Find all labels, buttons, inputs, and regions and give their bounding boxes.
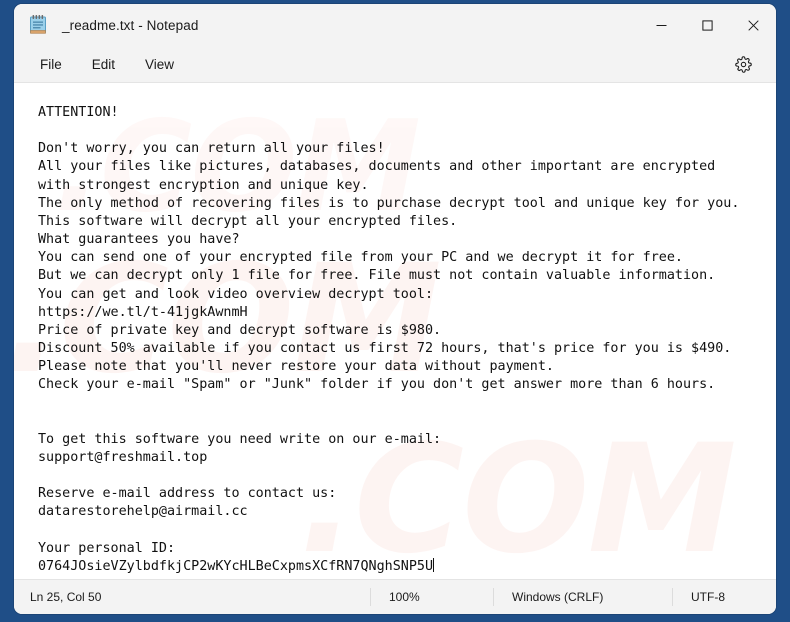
close-icon: [747, 19, 759, 31]
notepad-icon: [28, 14, 48, 36]
menu-item-view[interactable]: View: [133, 53, 186, 76]
status-bar: Ln 25, Col 50 100% Windows (CRLF) UTF-8: [14, 579, 776, 614]
menu-bar: File Edit View: [14, 46, 776, 83]
window-title: _readme.txt - Notepad: [62, 17, 199, 33]
ransom-note-text[interactable]: ATTENTION! Don't worry, you can return a…: [14, 83, 776, 576]
notepad-window: _readme.txt - Notepad File Edit View .CO…: [14, 4, 776, 614]
status-line-ending[interactable]: Windows (CRLF): [493, 588, 672, 606]
minimize-button[interactable]: [638, 4, 684, 46]
title-bar[interactable]: _readme.txt - Notepad: [14, 4, 776, 46]
status-line-column: Ln 25, Col 50: [30, 590, 102, 604]
maximize-icon: [701, 19, 713, 31]
settings-button[interactable]: [726, 49, 760, 79]
close-button[interactable]: [730, 4, 776, 46]
menu-item-file[interactable]: File: [28, 53, 74, 76]
status-encoding[interactable]: UTF-8: [672, 588, 776, 606]
note-body: ATTENTION! Don't worry, you can return a…: [38, 105, 740, 574]
menu-item-edit[interactable]: Edit: [80, 53, 127, 76]
status-zoom-level[interactable]: 100%: [370, 588, 493, 606]
text-caret: [433, 557, 435, 572]
gear-icon: [734, 55, 752, 73]
desktop-background: _readme.txt - Notepad File Edit View .CO…: [0, 0, 790, 622]
maximize-button[interactable]: [684, 4, 730, 46]
window-controls: [638, 4, 776, 46]
minimize-icon: [656, 24, 666, 26]
text-editor-area[interactable]: .COM .COM .COM ATTENTION! Don't worry, y…: [14, 83, 776, 579]
